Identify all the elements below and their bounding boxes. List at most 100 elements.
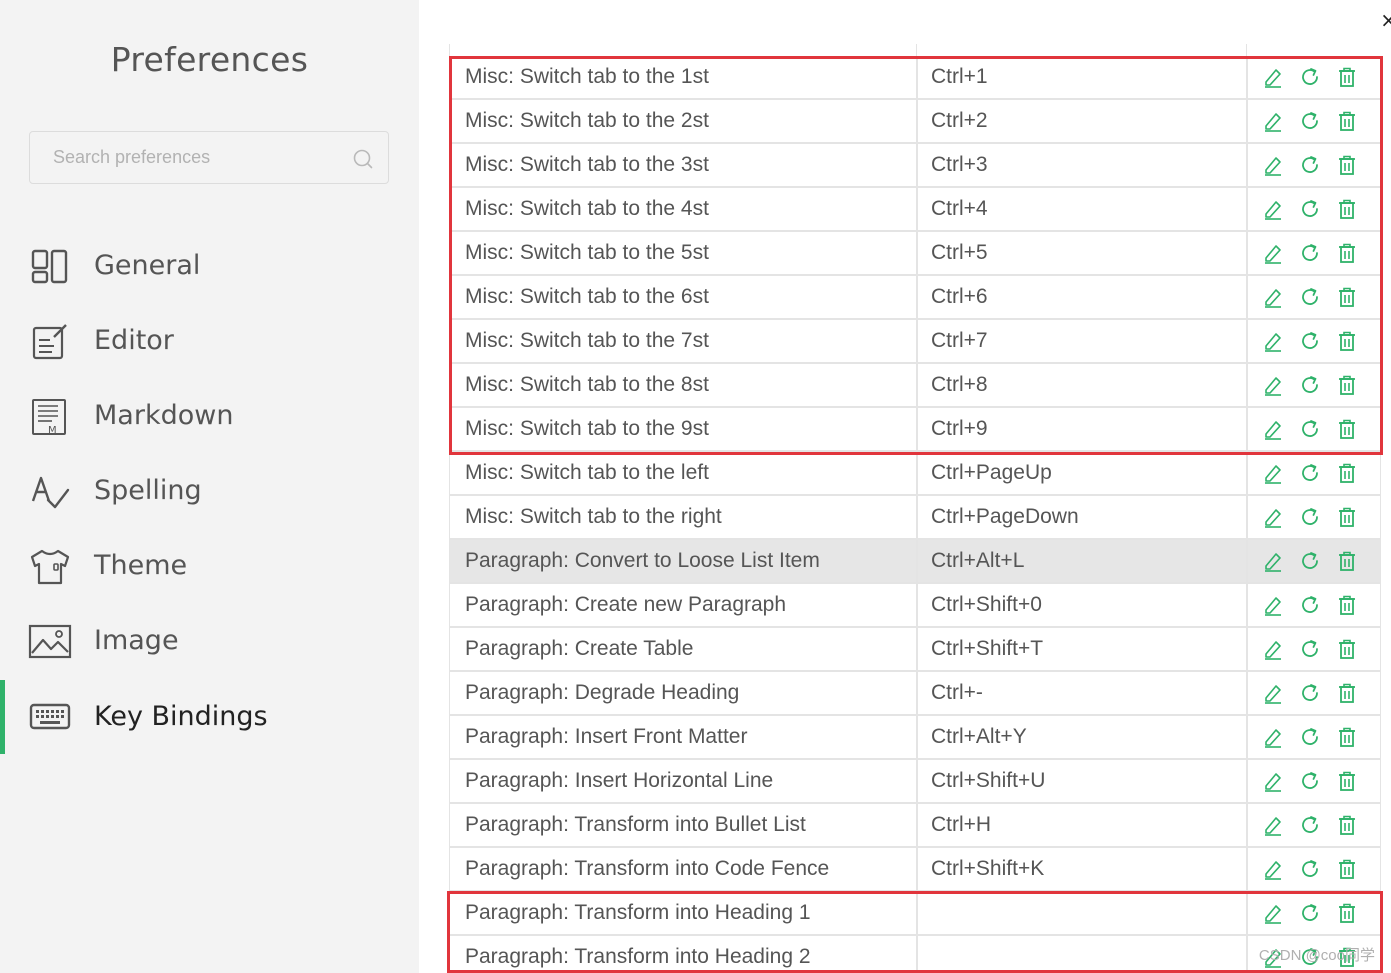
binding-description: Paragraph: Create Table — [465, 637, 694, 660]
reset-icon[interactable] — [1299, 814, 1321, 836]
edit-icon[interactable] — [1262, 682, 1284, 704]
binding-accelerator: Ctrl+4 — [931, 197, 988, 220]
delete-icon[interactable] — [1336, 902, 1358, 924]
delete-icon[interactable] — [1336, 154, 1358, 176]
reset-icon[interactable] — [1299, 858, 1321, 880]
search-input[interactable] — [30, 132, 340, 183]
delete-icon[interactable] — [1336, 110, 1358, 132]
delete-icon[interactable] — [1336, 418, 1358, 440]
binding-description: Paragraph: Transform into Code Fence — [465, 857, 830, 880]
spelling-icon — [31, 476, 70, 509]
edit-icon[interactable] — [1262, 726, 1284, 748]
search-icon[interactable] — [352, 148, 374, 170]
reset-icon[interactable] — [1299, 506, 1321, 528]
table-row: Paragraph: Create Table Ctrl+Shift+T — [449, 628, 1381, 672]
binding-description: Misc: Switch tab to the 9st — [465, 417, 709, 440]
sidebar-item-markdown[interactable]: M Markdown — [0, 387, 419, 447]
delete-icon[interactable] — [1336, 638, 1358, 660]
reset-icon[interactable] — [1299, 770, 1321, 792]
table-top-border — [449, 44, 1381, 56]
delete-icon[interactable] — [1336, 286, 1358, 308]
reset-icon[interactable] — [1299, 550, 1321, 572]
table-row: Misc: Switch tab to the 4st Ctrl+4 — [449, 188, 1381, 232]
edit-icon[interactable] — [1262, 814, 1284, 836]
delete-icon[interactable] — [1336, 858, 1358, 880]
delete-icon[interactable] — [1336, 242, 1358, 264]
binding-description: Paragraph: Create new Paragraph — [465, 593, 787, 616]
table-row: Paragraph: Transform into Heading 2 — [449, 936, 1381, 973]
reset-icon[interactable] — [1299, 242, 1321, 264]
delete-icon[interactable] — [1336, 770, 1358, 792]
binding-accelerator: Ctrl+Alt+Y — [931, 725, 1027, 748]
delete-icon[interactable] — [1336, 374, 1358, 396]
reset-icon[interactable] — [1299, 902, 1321, 924]
sidebar-item-editor[interactable]: Editor — [0, 312, 419, 372]
reset-icon[interactable] — [1299, 330, 1321, 352]
delete-icon[interactable] — [1336, 506, 1358, 528]
edit-icon[interactable] — [1262, 66, 1284, 88]
delete-icon[interactable] — [1336, 594, 1358, 616]
edit-icon[interactable] — [1262, 550, 1284, 572]
table-row: Misc: Switch tab to the 5st Ctrl+5 — [449, 232, 1381, 276]
table-row: Misc: Switch tab to the 6st Ctrl+6 — [449, 276, 1381, 320]
sidebar-item-theme[interactable]: Theme — [0, 537, 419, 597]
reset-icon[interactable] — [1299, 726, 1321, 748]
close-button[interactable]: × — [1380, 8, 1391, 32]
delete-icon[interactable] — [1336, 726, 1358, 748]
image-icon — [28, 624, 72, 659]
edit-icon[interactable] — [1262, 198, 1284, 220]
binding-accelerator: Ctrl+Shift+U — [931, 769, 1046, 792]
theme-icon — [30, 549, 70, 585]
edit-icon[interactable] — [1262, 506, 1284, 528]
delete-icon[interactable] — [1336, 814, 1358, 836]
binding-accelerator: Ctrl+3 — [931, 153, 988, 176]
edit-icon[interactable] — [1262, 902, 1284, 924]
edit-icon[interactable] — [1262, 330, 1284, 352]
reset-icon[interactable] — [1299, 374, 1321, 396]
search-box[interactable] — [29, 131, 389, 184]
edit-icon[interactable] — [1262, 374, 1284, 396]
sidebar-item-image[interactable]: Image — [0, 612, 419, 672]
edit-icon[interactable] — [1262, 770, 1284, 792]
edit-icon[interactable] — [1262, 154, 1284, 176]
active-indicator — [0, 680, 5, 754]
edit-icon[interactable] — [1262, 594, 1284, 616]
edit-icon[interactable] — [1262, 242, 1284, 264]
delete-icon[interactable] — [1336, 330, 1358, 352]
sidebar-item-label: Spelling — [94, 475, 202, 506]
delete-icon[interactable] — [1336, 462, 1358, 484]
edit-icon[interactable] — [1262, 638, 1284, 660]
sidebar-item-general[interactable]: General — [0, 237, 419, 297]
binding-description: Paragraph: Transform into Heading 1 — [465, 901, 811, 924]
reset-icon[interactable] — [1299, 462, 1321, 484]
reset-icon[interactable] — [1299, 286, 1321, 308]
sidebar-item-key-bindings[interactable]: Key Bindings — [0, 680, 419, 754]
watermark: CSDN @coo同学 — [1258, 947, 1375, 964]
reset-icon[interactable] — [1299, 198, 1321, 220]
binding-accelerator: Ctrl+8 — [931, 373, 988, 396]
edit-icon[interactable] — [1262, 418, 1284, 440]
delete-icon[interactable] — [1336, 66, 1358, 88]
reset-icon[interactable] — [1299, 418, 1321, 440]
table-row: Paragraph: Degrade Heading Ctrl+- — [449, 672, 1381, 716]
binding-description: Misc: Switch tab to the 3st — [465, 153, 709, 176]
binding-accelerator: Ctrl+2 — [931, 109, 988, 132]
edit-icon[interactable] — [1262, 110, 1284, 132]
delete-icon[interactable] — [1336, 198, 1358, 220]
table-row: Misc: Switch tab to the 3st Ctrl+3 — [449, 144, 1381, 188]
delete-icon[interactable] — [1336, 550, 1358, 572]
sidebar-item-spelling[interactable]: Spelling — [0, 462, 419, 522]
binding-description: Paragraph: Insert Horizontal Line — [465, 769, 774, 792]
sidebar-item-label: Key Bindings — [94, 701, 268, 732]
edit-icon[interactable] — [1262, 462, 1284, 484]
general-icon — [31, 249, 68, 284]
edit-icon[interactable] — [1262, 286, 1284, 308]
delete-icon[interactable] — [1336, 682, 1358, 704]
reset-icon[interactable] — [1299, 682, 1321, 704]
reset-icon[interactable] — [1299, 110, 1321, 132]
edit-icon[interactable] — [1262, 858, 1284, 880]
reset-icon[interactable] — [1299, 66, 1321, 88]
reset-icon[interactable] — [1299, 638, 1321, 660]
reset-icon[interactable] — [1299, 154, 1321, 176]
reset-icon[interactable] — [1299, 594, 1321, 616]
